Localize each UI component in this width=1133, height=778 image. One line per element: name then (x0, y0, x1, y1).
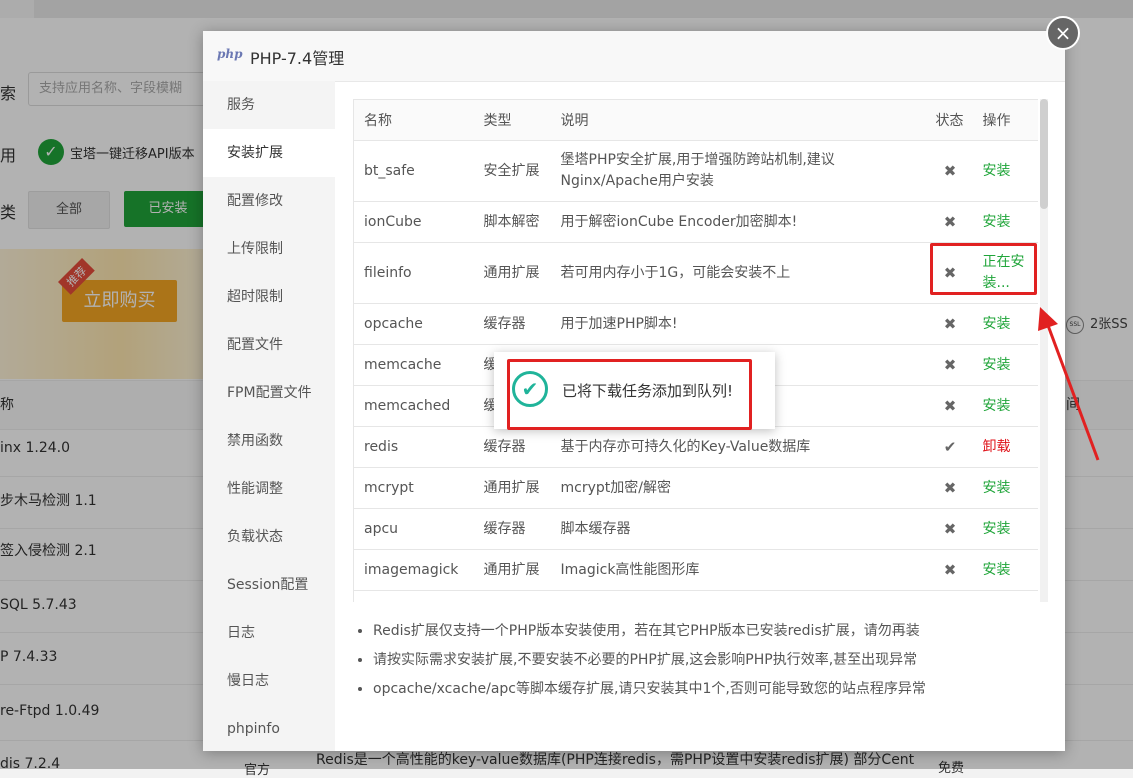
table-row: imagemagick 通用扩展 Imagick高性能图形库 ✖ 安装 (353, 549, 1038, 591)
ext-type: 安全扩展 (473, 140, 551, 202)
close-icon[interactable]: × (1046, 16, 1080, 50)
status-cross-icon: ✖ (927, 385, 973, 427)
ext-desc: 若可用内存小于1G，可能会安装不上 (550, 242, 928, 304)
sidebar-item-config-file[interactable]: 配置文件 (203, 321, 335, 369)
ext-desc: 堡塔PHP安全扩展,用于增强防跨站机制,建议Nginx/Apache用户安装 (550, 140, 928, 202)
ext-desc: 基于内存亦可持久化的Key-Value数据库 (550, 426, 928, 468)
table-row: redis 缓存器 基于内存亦可持久化的Key-Value数据库 ✔ 卸载 (353, 426, 1038, 468)
ext-desc: 用于解密ionCube Encoder加密脚本! (550, 201, 928, 243)
table-row: ionCube 脚本解密 用于解密ionCube Encoder加密脚本! ✖ … (353, 201, 1038, 243)
ext-desc: 用于加速PHP脚本! (550, 303, 928, 345)
dialog-sidebar: 服务 安装扩展 配置修改 上传限制 超时限制 配置文件 FPM配置文件 禁用函数… (203, 81, 335, 751)
install-button[interactable]: 安装 (983, 357, 1011, 373)
install-button[interactable]: 安装 (983, 316, 1011, 332)
table-row: apcu 缓存器 脚本缓存器 ✖ 安装 (353, 508, 1038, 550)
status-cross-icon: ✖ (927, 508, 973, 550)
status-cross-icon: ✖ (927, 467, 973, 509)
table-scrollbar[interactable] (1040, 99, 1048, 602)
table-row: mcrypt 通用扩展 mcrypt加密/解密 ✖ 安装 (353, 467, 1038, 509)
sidebar-item-slow-log[interactable]: 慢日志 (203, 657, 335, 705)
sidebar-item-timeout-limit[interactable]: 超时限制 (203, 273, 335, 321)
ext-desc: Imagick高性能图形库 (550, 549, 928, 591)
install-button[interactable]: 安装 (983, 214, 1011, 230)
uninstall-button[interactable]: 卸载 (983, 439, 1011, 455)
extensions-table: 名称 类型 说明 状态 操作 bt_safe 安全扩展 堡塔PHP安全扩展,用于… (353, 99, 1038, 602)
col-name: 名称 (353, 99, 474, 141)
table-row (353, 590, 1038, 602)
col-action: 操作 (972, 99, 1038, 141)
ext-name: redis (353, 426, 474, 468)
install-button[interactable]: 安装 (983, 521, 1011, 537)
install-button[interactable]: 安装 (983, 480, 1011, 496)
table-row: bt_safe 安全扩展 堡塔PHP安全扩展,用于增强防跨站机制,建议Nginx… (353, 140, 1038, 202)
sidebar-item-install-extensions[interactable]: 安装扩展 (203, 129, 335, 177)
extensions-table-container: 名称 类型 说明 状态 操作 bt_safe 安全扩展 堡塔PHP安全扩展,用于… (353, 99, 1038, 602)
php-logo-icon: php (217, 47, 243, 61)
ext-name: memcache (353, 344, 474, 386)
note-item: opcache/xcache/apc等脚本缓存扩展,请只安装其中1个,否则可能导… (373, 679, 1043, 700)
ext-name: opcache (353, 303, 474, 345)
note-item: Redis扩展仅支持一个PHP版本安装使用，若在其它PHP版本已安装redis扩… (373, 621, 1043, 642)
sidebar-item-log[interactable]: 日志 (203, 609, 335, 657)
ext-name: imagemagick (353, 549, 474, 591)
status-check-icon: ✔ (927, 426, 973, 468)
ext-type: 缓存器 (473, 426, 551, 468)
sidebar-item-session-config[interactable]: Session配置 (203, 561, 335, 609)
ext-desc: mcrypt加密/解密 (550, 467, 928, 509)
install-button[interactable]: 安装 (983, 562, 1011, 578)
dialog-header: php PHP-7.4管理 (203, 31, 1065, 82)
ext-name: apcu (353, 508, 474, 550)
ext-type: 通用扩展 (473, 467, 551, 509)
sidebar-item-fpm-config[interactable]: FPM配置文件 (203, 369, 335, 417)
col-status: 状态 (927, 99, 973, 141)
notes-section: Redis扩展仅支持一个PHP版本安装使用，若在其它PHP版本已安装redis扩… (353, 621, 1043, 708)
sidebar-item-service[interactable]: 服务 (203, 81, 335, 129)
ext-type: 缓存器 (473, 303, 551, 345)
status-cross-icon: ✖ (927, 201, 973, 243)
install-button[interactable]: 安装 (983, 398, 1011, 414)
status-cross-icon: ✖ (927, 140, 973, 202)
sidebar-item-load-status[interactable]: 负载状态 (203, 513, 335, 561)
sidebar-item-phpinfo[interactable]: phpinfo (203, 705, 335, 753)
sidebar-item-upload-limit[interactable]: 上传限制 (203, 225, 335, 273)
installing-highlight-box (930, 243, 1037, 295)
note-item: 请按实际需求安装扩展,不要安装不必要的PHP扩展,这会影响PHP执行效率,甚至出… (373, 650, 1043, 671)
col-desc: 说明 (550, 99, 928, 141)
ext-type: 缓存器 (473, 508, 551, 550)
ext-type: 脚本解密 (473, 201, 551, 243)
col-type: 类型 (473, 99, 551, 141)
dialog-title: PHP-7.4管理 (250, 49, 345, 68)
ext-name: mcrypt (353, 467, 474, 509)
ext-name: memcached (353, 385, 474, 427)
status-cross-icon: ✖ (927, 549, 973, 591)
toast-highlight-box (507, 359, 752, 430)
table-row: opcache 缓存器 用于加速PHP脚本! ✖ 安装 (353, 303, 1038, 345)
sidebar-item-disabled-functions[interactable]: 禁用函数 (203, 417, 335, 465)
ext-type: 通用扩展 (473, 242, 551, 304)
sidebar-item-config-edit[interactable]: 配置修改 (203, 177, 335, 225)
ext-name: bt_safe (353, 140, 474, 202)
ext-name: ionCube (353, 201, 474, 243)
install-button[interactable]: 安装 (983, 163, 1011, 179)
ext-type: 通用扩展 (473, 549, 551, 591)
table-header-row: 名称 类型 说明 状态 操作 (353, 99, 1038, 141)
status-cross-icon: ✖ (927, 303, 973, 345)
ext-name: fileinfo (353, 242, 474, 304)
status-cross-icon: ✖ (927, 344, 973, 386)
sidebar-item-performance[interactable]: 性能调整 (203, 465, 335, 513)
scrollbar-thumb[interactable] (1040, 99, 1048, 209)
ext-desc: 脚本缓存器 (550, 508, 928, 550)
